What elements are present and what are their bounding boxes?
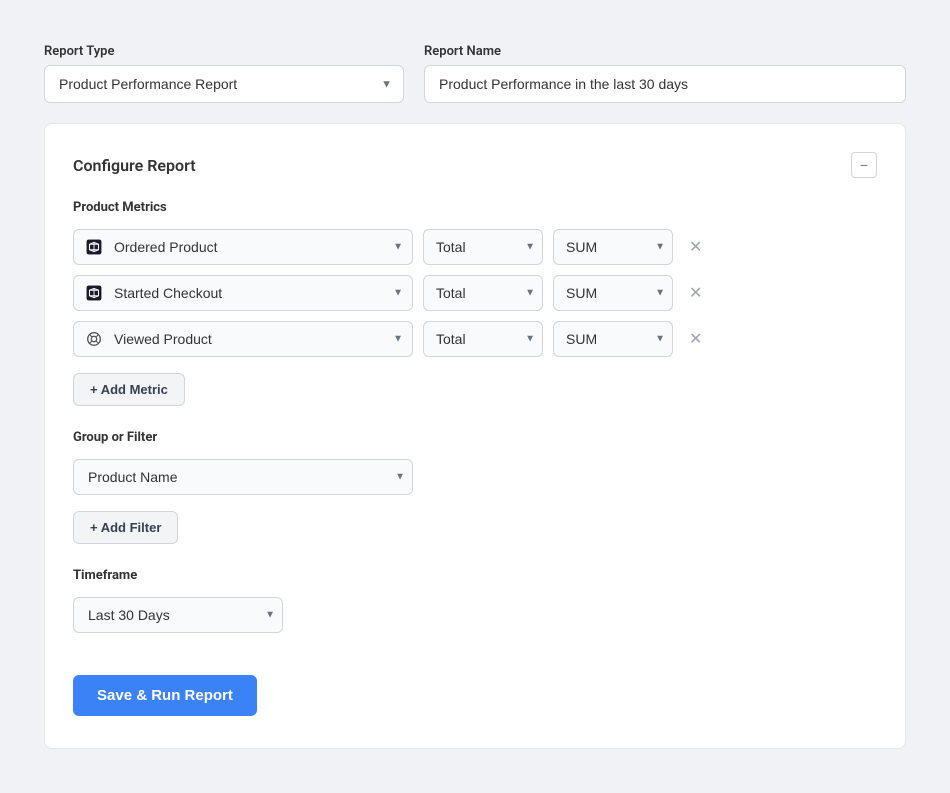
report-type-label: Report Type — [44, 44, 404, 59]
section-divider-1: Group or Filter Product Name Product Cat… — [73, 430, 877, 544]
viewed-product-select-wrapper[interactable]: Viewed Product Ordered Product Started C… — [73, 321, 413, 357]
top-row: Report Type Product Performance Report ▼… — [44, 44, 906, 103]
started-checkout-agg-wrapper[interactable]: SUM COUNT AVG ▼ — [553, 275, 673, 311]
filter-row: Product Name Product Category Product SK… — [73, 459, 877, 495]
ordered-product-qualifier-select[interactable]: Total Unique Average — [423, 229, 543, 265]
started-checkout-qualifier-select[interactable]: Total Unique Average — [423, 275, 543, 311]
report-name-label: Report Name — [424, 44, 906, 59]
started-checkout-select[interactable]: Started Checkout Ordered Product Viewed … — [73, 275, 413, 311]
report-name-group: Report Name — [424, 44, 906, 103]
ordered-product-agg-wrapper[interactable]: SUM COUNT AVG ▼ — [553, 229, 673, 265]
configure-header: Configure Report − — [73, 152, 877, 178]
metric-row-started-checkout: Started Checkout Ordered Product Viewed … — [73, 275, 877, 311]
section-divider-2: Timeframe Last 7 Days Last 30 Days Last … — [73, 568, 877, 633]
group-filter-label: Group or Filter — [73, 430, 877, 445]
page-container: Report Type Product Performance Report ▼… — [20, 20, 930, 773]
filter-select-wrapper[interactable]: Product Name Product Category Product SK… — [73, 459, 413, 495]
remove-started-checkout-button[interactable]: ✕ — [683, 279, 708, 307]
save-run-button[interactable]: Save & Run Report — [73, 675, 257, 716]
viewed-product-agg-select[interactable]: SUM COUNT AVG — [553, 321, 673, 357]
report-type-group: Report Type Product Performance Report ▼ — [44, 44, 404, 103]
filter-select[interactable]: Product Name Product Category Product SK… — [73, 459, 413, 495]
viewed-product-qualifier-wrapper[interactable]: Total Unique Average ▼ — [423, 321, 543, 357]
add-filter-button[interactable]: + Add Filter — [73, 511, 178, 544]
add-metric-button[interactable]: + Add Metric — [73, 373, 185, 406]
started-checkout-qualifier-wrapper[interactable]: Total Unique Average ▼ — [423, 275, 543, 311]
metric-row-viewed-product: Viewed Product Ordered Product Started C… — [73, 321, 877, 357]
report-type-select[interactable]: Product Performance Report — [44, 65, 404, 103]
timeframe-select[interactable]: Last 7 Days Last 30 Days Last 90 Days La… — [73, 597, 283, 633]
started-checkout-select-wrapper[interactable]: Started Checkout Ordered Product Viewed … — [73, 275, 413, 311]
configure-panel: Configure Report − Product Metrics — [44, 123, 906, 749]
viewed-product-agg-wrapper[interactable]: SUM COUNT AVG ▼ — [553, 321, 673, 357]
ordered-product-select-wrapper[interactable]: Ordered Product Started Checkout Viewed … — [73, 229, 413, 265]
ordered-product-agg-select[interactable]: SUM COUNT AVG — [553, 229, 673, 265]
timeframe-label: Timeframe — [73, 568, 877, 583]
product-metrics-label: Product Metrics — [73, 200, 877, 215]
timeframe-select-wrapper[interactable]: Last 7 Days Last 30 Days Last 90 Days La… — [73, 597, 283, 633]
report-type-select-wrapper[interactable]: Product Performance Report ▼ — [44, 65, 404, 103]
ordered-product-qualifier-wrapper[interactable]: Total Unique Average ▼ — [423, 229, 543, 265]
viewed-product-select[interactable]: Viewed Product Ordered Product Started C… — [73, 321, 413, 357]
collapse-icon: − — [860, 157, 868, 173]
metric-row-ordered-product: Ordered Product Started Checkout Viewed … — [73, 229, 877, 265]
started-checkout-agg-select[interactable]: SUM COUNT AVG — [553, 275, 673, 311]
report-name-input[interactable] — [424, 65, 906, 103]
ordered-product-select[interactable]: Ordered Product Started Checkout Viewed … — [73, 229, 413, 265]
collapse-button[interactable]: − — [851, 152, 877, 178]
configure-title: Configure Report — [73, 156, 196, 175]
remove-ordered-product-button[interactable]: ✕ — [683, 233, 708, 261]
remove-viewed-product-button[interactable]: ✕ — [683, 325, 708, 353]
viewed-product-qualifier-select[interactable]: Total Unique Average — [423, 321, 543, 357]
